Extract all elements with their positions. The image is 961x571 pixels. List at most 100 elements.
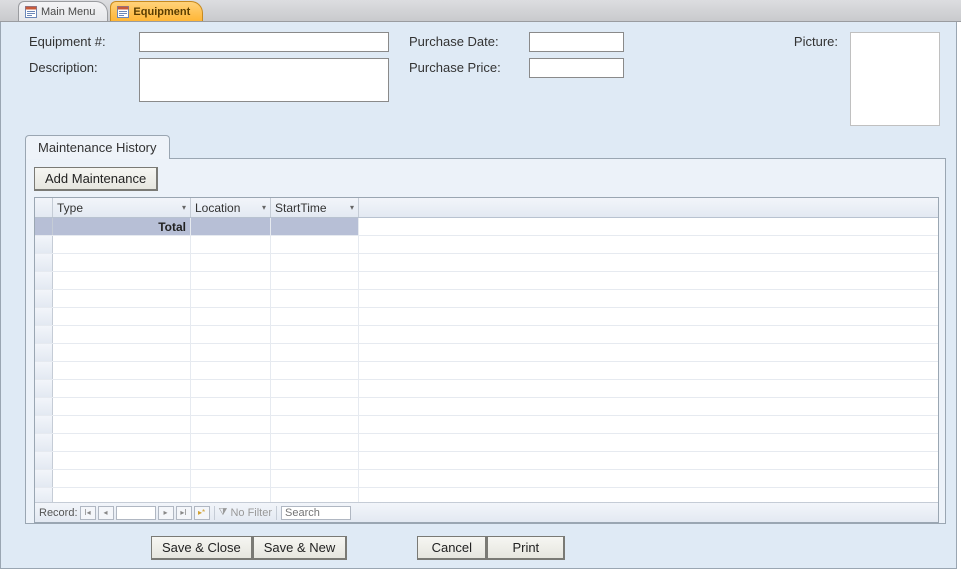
row-selector[interactable] <box>35 452 53 469</box>
cell[interactable] <box>271 452 359 469</box>
cell[interactable] <box>191 470 271 487</box>
search-input[interactable] <box>281 506 351 520</box>
cell[interactable] <box>359 470 938 487</box>
add-maintenance-button[interactable]: Add Maintenance <box>34 167 158 191</box>
cell[interactable] <box>359 452 938 469</box>
table-row[interactable] <box>35 326 938 344</box>
cell[interactable] <box>359 434 938 451</box>
cell[interactable] <box>191 488 271 502</box>
description-input[interactable] <box>139 58 389 102</box>
cell[interactable] <box>271 254 359 271</box>
cell[interactable] <box>191 272 271 289</box>
cell[interactable] <box>53 416 191 433</box>
row-selector[interactable] <box>35 398 53 415</box>
table-row[interactable] <box>35 236 938 254</box>
cell[interactable] <box>359 236 938 253</box>
nav-prev-button[interactable]: ◂ <box>98 506 114 520</box>
cell[interactable] <box>271 362 359 379</box>
tab-maintenance-history[interactable]: Maintenance History <box>25 135 170 159</box>
cell[interactable] <box>191 254 271 271</box>
cell[interactable] <box>53 254 191 271</box>
row-selector[interactable] <box>35 236 53 253</box>
cell[interactable] <box>191 308 271 325</box>
cell[interactable] <box>271 236 359 253</box>
table-row[interactable] <box>35 272 938 290</box>
cell[interactable] <box>53 236 191 253</box>
cell[interactable] <box>191 362 271 379</box>
cell[interactable] <box>271 416 359 433</box>
table-row[interactable] <box>35 488 938 502</box>
cell[interactable] <box>271 272 359 289</box>
cell[interactable] <box>359 380 938 397</box>
nav-next-button[interactable]: ▸ <box>158 506 174 520</box>
row-selector[interactable] <box>35 488 53 502</box>
cell[interactable] <box>271 380 359 397</box>
cell[interactable] <box>271 488 359 502</box>
table-row[interactable] <box>35 434 938 452</box>
row-selector[interactable] <box>35 434 53 451</box>
cell[interactable] <box>271 344 359 361</box>
row-selector[interactable] <box>35 254 53 271</box>
table-row[interactable] <box>35 470 938 488</box>
cell[interactable] <box>53 362 191 379</box>
cell[interactable] <box>271 398 359 415</box>
cell[interactable] <box>271 434 359 451</box>
record-number-input[interactable] <box>116 506 156 520</box>
column-header-location[interactable]: Location ▾ <box>191 198 271 217</box>
cell[interactable] <box>271 470 359 487</box>
cell[interactable] <box>359 290 938 307</box>
cell[interactable] <box>359 344 938 361</box>
cancel-button[interactable]: Cancel <box>417 536 487 560</box>
cell[interactable] <box>53 344 191 361</box>
print-button[interactable]: Print <box>487 536 565 560</box>
save-close-button[interactable]: Save & Close <box>151 536 253 560</box>
cell[interactable] <box>53 272 191 289</box>
row-selector[interactable] <box>35 470 53 487</box>
row-selector[interactable] <box>35 290 53 307</box>
table-row[interactable] <box>35 416 938 434</box>
cell[interactable] <box>53 488 191 502</box>
grid-body[interactable] <box>35 236 938 502</box>
row-selector[interactable] <box>35 416 53 433</box>
cell[interactable] <box>359 416 938 433</box>
cell[interactable] <box>191 344 271 361</box>
cell[interactable] <box>271 326 359 343</box>
cell[interactable] <box>191 380 271 397</box>
select-all-rows[interactable] <box>35 198 53 217</box>
column-header-starttime[interactable]: StartTime ▾ <box>271 198 359 217</box>
cell[interactable] <box>359 362 938 379</box>
cell[interactable] <box>191 290 271 307</box>
cell[interactable] <box>53 398 191 415</box>
cell[interactable] <box>359 398 938 415</box>
table-row[interactable] <box>35 362 938 380</box>
cell[interactable] <box>191 434 271 451</box>
picture-box[interactable] <box>850 32 940 126</box>
tab-main-menu[interactable]: Main Menu <box>18 1 108 21</box>
table-row[interactable] <box>35 380 938 398</box>
cell[interactable] <box>53 290 191 307</box>
nav-last-button[interactable]: ▸I <box>176 506 192 520</box>
cell[interactable] <box>53 470 191 487</box>
cell[interactable] <box>53 380 191 397</box>
table-row[interactable] <box>35 452 938 470</box>
tab-equipment[interactable]: Equipment <box>110 1 203 21</box>
save-new-button[interactable]: Save & New <box>253 536 348 560</box>
table-row[interactable] <box>35 254 938 272</box>
cell[interactable] <box>359 272 938 289</box>
cell[interactable] <box>359 488 938 502</box>
nav-first-button[interactable]: I◂ <box>80 506 96 520</box>
row-selector[interactable] <box>35 344 53 361</box>
table-row[interactable] <box>35 344 938 362</box>
cell[interactable] <box>359 254 938 271</box>
row-selector[interactable] <box>35 326 53 343</box>
cell[interactable] <box>53 326 191 343</box>
cell[interactable] <box>53 308 191 325</box>
cell[interactable] <box>191 236 271 253</box>
cell[interactable] <box>191 398 271 415</box>
cell[interactable] <box>359 326 938 343</box>
purchase-price-input[interactable] <box>529 58 624 78</box>
table-row[interactable] <box>35 398 938 416</box>
equipment-number-input[interactable] <box>139 32 389 52</box>
cell[interactable] <box>191 416 271 433</box>
cell[interactable] <box>53 452 191 469</box>
